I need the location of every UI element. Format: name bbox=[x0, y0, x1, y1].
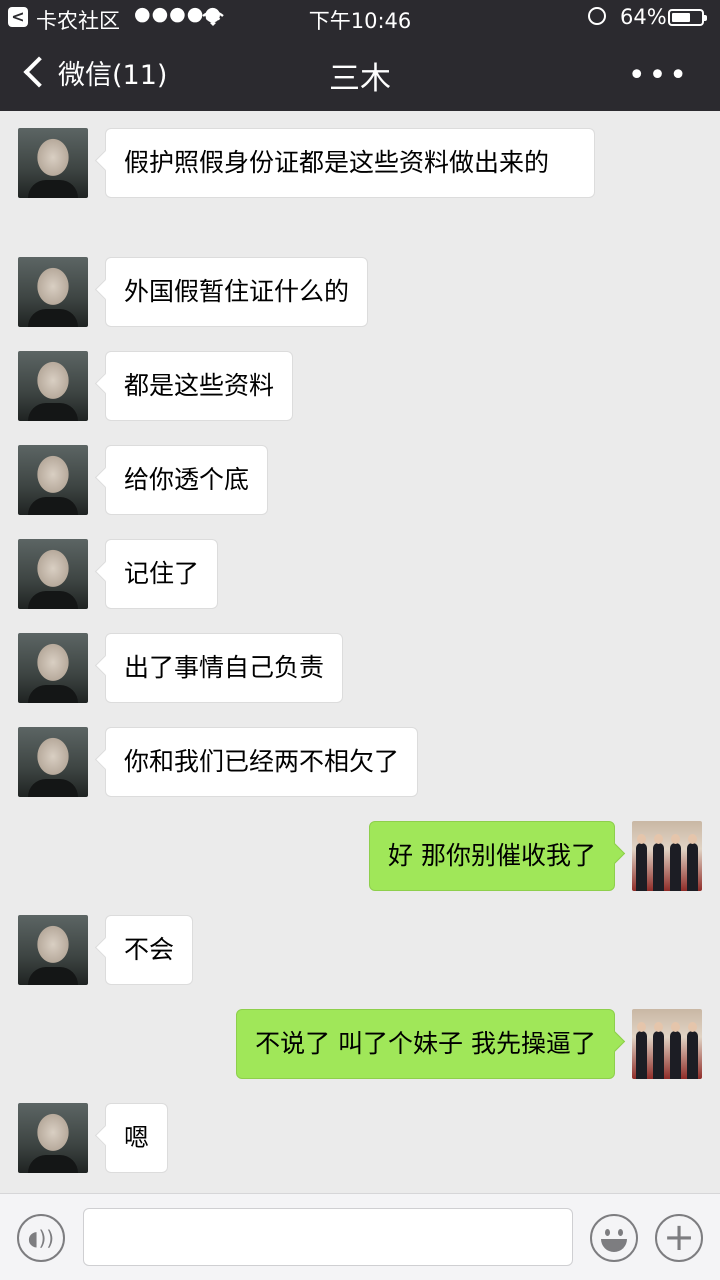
friend-message-bubble[interactable]: 记住了 bbox=[105, 539, 219, 609]
battery-fill bbox=[672, 13, 690, 22]
friend-message-bubble[interactable]: 外国假暂住证什么的 bbox=[105, 257, 369, 327]
status-bar: < 卡农社区 ●●●●● 下午10:46 64% bbox=[0, 0, 720, 36]
emoji-eye bbox=[605, 1229, 610, 1236]
friend-avatar[interactable] bbox=[18, 128, 88, 198]
friend-avatar[interactable] bbox=[18, 915, 88, 985]
emoji-mouth bbox=[601, 1239, 627, 1252]
friend-message-bubble[interactable]: 给你透个底 bbox=[105, 445, 269, 515]
friend-message-bubble[interactable]: 假护照假身份证都是这些资料做出来的 bbox=[105, 128, 595, 198]
avatar-figure bbox=[670, 834, 681, 891]
avatar-figure bbox=[687, 1022, 698, 1079]
avatar-figure bbox=[687, 834, 698, 891]
friend-avatar[interactable] bbox=[18, 539, 88, 609]
my-avatar[interactable] bbox=[632, 1009, 702, 1079]
avatar-figure bbox=[636, 1022, 647, 1079]
plus-icon[interactable]: + bbox=[655, 1214, 703, 1262]
rotation-lock-icon bbox=[588, 7, 606, 25]
friend-message-bubble[interactable]: 你和我们已经两不相欠了 bbox=[105, 727, 419, 797]
status-time: 下午10:46 bbox=[308, 9, 412, 33]
friend-avatar[interactable] bbox=[18, 445, 88, 515]
friend-avatar[interactable] bbox=[18, 351, 88, 421]
emoji-icon[interactable] bbox=[590, 1214, 638, 1262]
chat-title: 三木 bbox=[329, 61, 391, 97]
friend-avatar[interactable] bbox=[18, 727, 88, 797]
chat-area[interactable]: 假护照假身份证都是这些资料做出来的 外国假暂住证什么的 都是这些资料 给你透个底… bbox=[0, 111, 720, 1193]
friend-avatar[interactable] bbox=[18, 633, 88, 703]
friend-avatar[interactable] bbox=[18, 1103, 88, 1173]
voice-icon[interactable]: ◖)) bbox=[17, 1214, 65, 1262]
avatar-figure bbox=[670, 1022, 681, 1079]
avatar-figure bbox=[653, 1022, 664, 1079]
input-bar: ◖)) + bbox=[0, 1193, 720, 1280]
friend-message-bubble[interactable]: 出了事情自己负责 bbox=[105, 633, 344, 703]
message-input[interactable] bbox=[83, 1208, 573, 1266]
my-message-bubble[interactable]: 不说了 叫了个妹子 我先操逼了 bbox=[236, 1009, 615, 1079]
more-options-icon[interactable]: ••• bbox=[628, 58, 690, 93]
nav-bar: 微信(11) 三木 ••• bbox=[0, 36, 720, 111]
my-message-bubble[interactable]: 好 那你别催收我了 bbox=[369, 821, 615, 891]
top-bar: < 卡农社区 ●●●●● 下午10:46 64% 微信(11) 三木 ••• bbox=[0, 0, 720, 111]
friend-avatar[interactable] bbox=[18, 257, 88, 327]
avatar-figure bbox=[653, 834, 664, 891]
battery-percent: 64% bbox=[620, 5, 667, 29]
avatar-figure bbox=[636, 834, 647, 891]
friend-message-bubble[interactable]: 嗯 bbox=[105, 1103, 169, 1173]
emoji-eye bbox=[618, 1229, 623, 1236]
my-avatar[interactable] bbox=[632, 821, 702, 891]
battery-icon bbox=[668, 9, 707, 26]
friend-message-bubble[interactable]: 不会 bbox=[105, 915, 194, 985]
friend-message-bubble[interactable]: 都是这些资料 bbox=[105, 351, 294, 421]
